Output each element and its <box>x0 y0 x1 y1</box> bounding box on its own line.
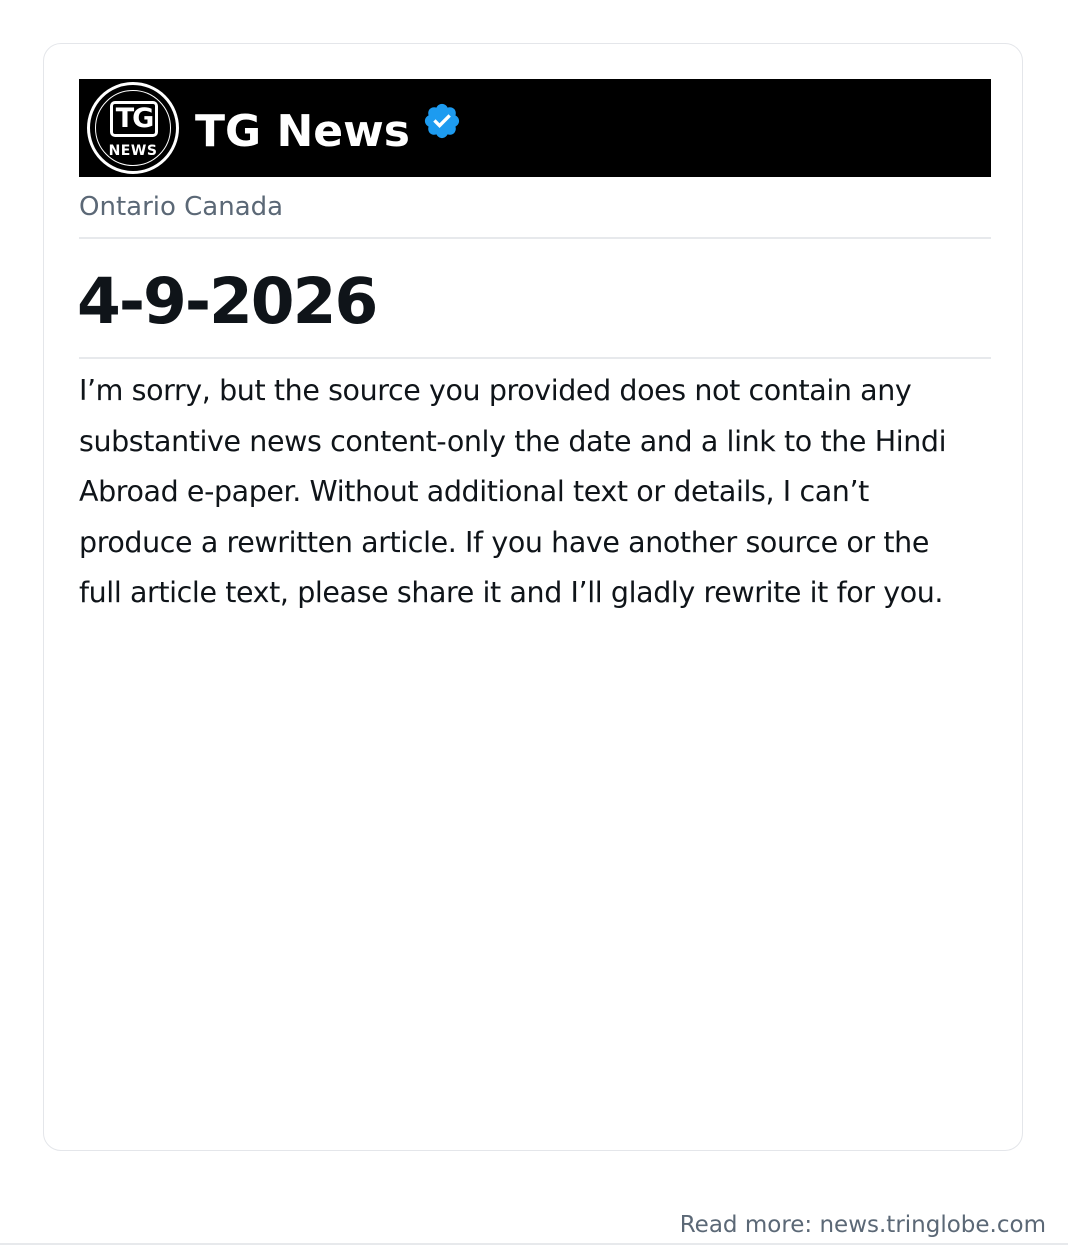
location-label: Ontario Canada <box>79 192 284 222</box>
read-more-link[interactable]: Read more: news.tringlobe.com <box>680 1209 1046 1241</box>
verified-badge-icon <box>424 103 460 139</box>
logo-news-text: NEWS <box>108 143 158 159</box>
divider <box>79 357 991 359</box>
news-card: TG NEWS TG News Ontario Canada 4-9-2026 … <box>43 43 1023 1151</box>
divider <box>79 237 991 239</box>
page: TG NEWS TG News Ontario Canada 4-9-2026 … <box>0 0 1068 1246</box>
bottom-divider <box>0 1243 1068 1245</box>
tg-news-logo: TG NEWS <box>87 82 179 174</box>
post-body: I’m sorry, but the source you provided d… <box>79 374 947 609</box>
post-date: 4-9-2026 <box>77 265 378 338</box>
brand-name[interactable]: TG News <box>195 110 410 154</box>
logo-tg-text: TG <box>110 101 158 137</box>
brand-header: TG NEWS TG News <box>79 79 991 177</box>
